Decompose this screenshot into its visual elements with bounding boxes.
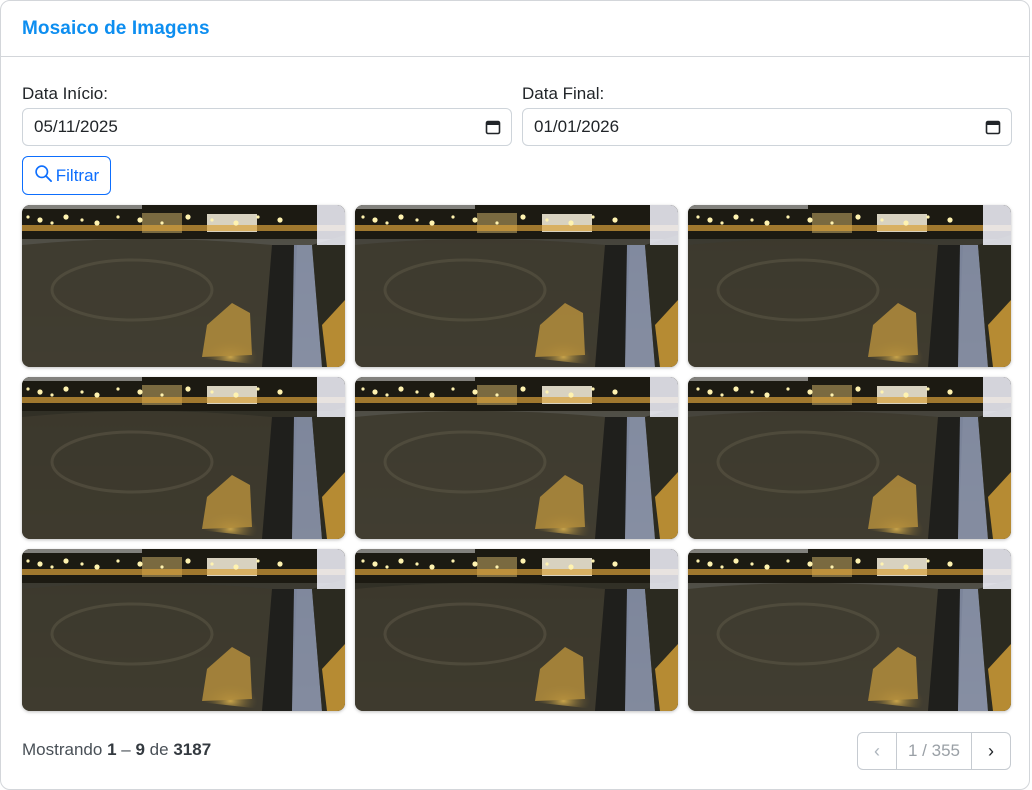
gallery-image[interactable] [355, 549, 678, 711]
calendar-icon[interactable] [485, 119, 501, 135]
end-date-value: 01/01/2026 [534, 117, 620, 136]
start-date-input[interactable]: 05/11/2025 [22, 108, 512, 146]
results-count: Mostrando 1 – 9 de 3187 [22, 740, 211, 760]
results-dash: – [121, 740, 131, 759]
end-date-label: Data Final: [522, 84, 605, 103]
gallery-image[interactable] [22, 377, 345, 539]
page-title: Mosaico de Imagens [22, 17, 210, 39]
gallery-image[interactable] [688, 549, 1011, 711]
chevron-left-icon[interactable]: ‹ [858, 733, 897, 769]
results-of: de [149, 740, 169, 759]
mosaic-card: Mosaico de Imagens Data Início: 05/11/20… [0, 0, 1030, 790]
end-date-input[interactable]: 01/01/2026 [522, 108, 1012, 146]
image-grid [22, 205, 1011, 711]
start-date-value: 05/11/2025 [34, 117, 118, 136]
search-icon [34, 164, 53, 188]
calendar-icon[interactable] [985, 119, 1001, 135]
pagination: ‹ 1 / 355 › [857, 732, 1011, 770]
results-prefix: Mostrando [22, 740, 103, 759]
card-header: Mosaico de Imagens [1, 1, 1029, 57]
page-indicator: 1 / 355 [908, 741, 960, 760]
results-from: 1 [107, 740, 117, 759]
gallery-image[interactable] [688, 377, 1011, 539]
results-to: 9 [135, 740, 145, 759]
gallery-image[interactable] [688, 205, 1011, 367]
start-date-label: Data Início: [22, 84, 108, 103]
gallery-image[interactable] [22, 205, 345, 367]
gallery-image[interactable] [22, 549, 345, 711]
results-total: 3187 [173, 740, 212, 759]
filter-button-label: Filtrar [55, 165, 100, 185]
filter-button[interactable]: Filtrar [22, 156, 111, 195]
gallery-image[interactable] [355, 377, 678, 539]
gallery-image[interactable] [355, 205, 678, 367]
chevron-right-icon[interactable]: › [971, 733, 1010, 769]
